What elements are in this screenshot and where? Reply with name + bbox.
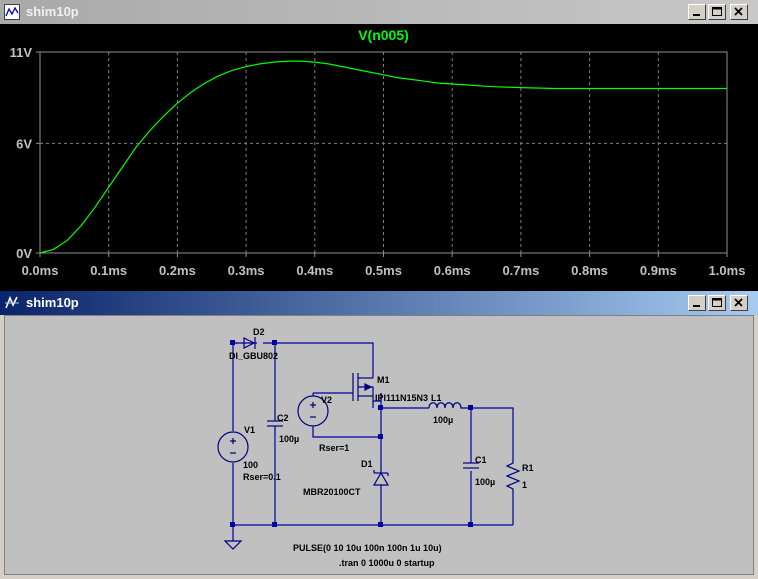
l1-value-label: 100µ xyxy=(433,415,453,425)
waveform-icon xyxy=(4,4,20,20)
schematic-canvas[interactable]: D2 DI_GBU802 M1 IPI111N15N3 V2 C2 100µ V… xyxy=(4,315,754,575)
pulse-directive[interactable]: PULSE(0 10 10u 100n 100n 1u 10u) xyxy=(293,543,442,553)
waveform-chart[interactable]: 0.0ms 0.1ms 0.2ms 0.3ms 0.4ms 0.5ms 0.6ms 0.7ms… xyxy=(0,24,758,291)
inductor-l1[interactable] xyxy=(428,402,463,409)
maximize-button[interactable] xyxy=(708,4,726,20)
c1-value-label: 100µ xyxy=(475,477,495,487)
m1-label: M1 xyxy=(377,375,390,385)
v1-label: V1 xyxy=(244,425,255,435)
y-tick-label: 6V xyxy=(16,136,32,151)
y-tick-label: 0V xyxy=(16,246,32,261)
close-button[interactable] xyxy=(730,295,748,311)
x-tick-label: 0.2ms xyxy=(159,263,196,278)
x-tick-label: 0.5ms xyxy=(365,263,402,278)
schematic-window: shim10p D2 DI_GBU802 M1 IPI111N15N3 V2 C… xyxy=(0,291,758,577)
x-tick-label: 1.0ms xyxy=(709,263,746,278)
schematic-drawing[interactable]: D2 DI_GBU802 M1 IPI111N15N3 V2 C2 100µ V… xyxy=(5,316,753,574)
x-tick-label: 0.8ms xyxy=(571,263,608,278)
minimize-icon xyxy=(693,14,700,16)
r1-label: R1 xyxy=(522,463,534,473)
maximize-icon xyxy=(712,298,722,307)
minimize-button[interactable] xyxy=(688,4,706,20)
close-icon xyxy=(734,7,743,16)
m1-model-label: IPI111N15N3 xyxy=(375,393,428,403)
d1-label: D1 xyxy=(361,459,373,469)
plot-window-titlebar[interactable]: shim10p xyxy=(0,0,758,24)
waveform-plot-area[interactable]: 0.0ms 0.1ms 0.2ms 0.3ms 0.4ms 0.5ms 0.6ms 0.7ms… xyxy=(0,24,758,291)
c1-label: C1 xyxy=(475,455,487,465)
v2-label: V2 xyxy=(321,395,332,405)
v1-rser-label: Rser=0.1 xyxy=(243,472,281,482)
maximize-button[interactable] xyxy=(708,295,726,311)
x-tick-label: 0.7ms xyxy=(502,263,539,278)
minimize-icon xyxy=(693,305,700,307)
plot-window-title: shim10p xyxy=(26,4,79,19)
diode-d1[interactable] xyxy=(372,467,390,489)
c2-value-label: 100µ xyxy=(279,434,299,444)
x-tick-label: 0.6ms xyxy=(434,263,471,278)
resistor-r1[interactable] xyxy=(505,459,521,493)
junctions xyxy=(230,340,473,527)
d2-model-label: DI_GBU802 xyxy=(229,351,278,361)
voltage-source-v1[interactable] xyxy=(217,431,249,463)
l1-label: L1 xyxy=(431,393,442,403)
ground-symbol[interactable] xyxy=(223,540,243,550)
close-button[interactable] xyxy=(730,4,748,20)
v2-rser-label: Rser=1 xyxy=(319,443,349,453)
minimize-button[interactable] xyxy=(688,295,706,311)
r1-value-label: 1 xyxy=(522,480,527,490)
schematic-window-title: shim10p xyxy=(26,295,79,310)
d1-model-label: MBR20100CT xyxy=(303,487,361,497)
schematic-icon xyxy=(5,295,19,309)
x-tick-label: 0.4ms xyxy=(296,263,333,278)
d2-label: D2 xyxy=(253,327,265,337)
x-tick-label: 0.1ms xyxy=(90,263,127,278)
y-tick-label: 11V xyxy=(10,45,33,60)
x-tick-label: 0.3ms xyxy=(228,263,265,278)
maximize-icon xyxy=(712,7,722,16)
tran-directive[interactable]: .tran 0 1000u 0 startup xyxy=(339,558,435,568)
close-icon xyxy=(734,298,743,307)
c2-label: C2 xyxy=(277,413,289,423)
wires xyxy=(232,342,514,541)
x-tick-label: 0.0ms xyxy=(22,263,59,278)
v1-value-label: 100 xyxy=(243,460,258,470)
plot-window: shim10p 0.0ms 0.1ms 0.2ms 0.3ms 0.4ms 0.5ms 0.… xyxy=(0,0,758,291)
x-tick-label: 0.9ms xyxy=(640,263,677,278)
chart-title: V(n005) xyxy=(358,27,409,43)
schematic-window-titlebar[interactable]: shim10p xyxy=(0,291,758,315)
